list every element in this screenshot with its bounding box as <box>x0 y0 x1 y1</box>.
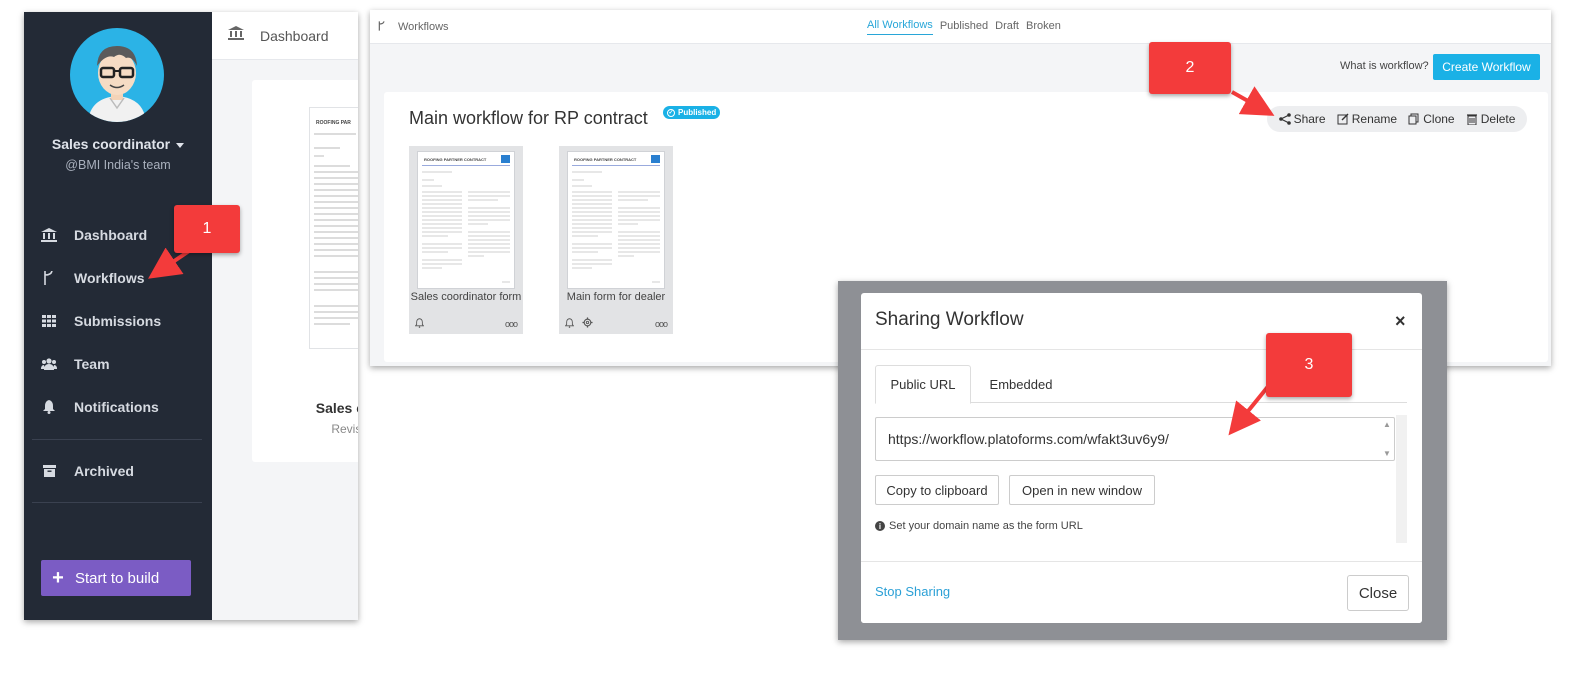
callout-2: 2 <box>1149 42 1231 94</box>
annotation-arrows <box>148 86 1275 436</box>
arrow-3 <box>1228 382 1272 436</box>
arrow-2 <box>1231 86 1275 116</box>
callout-3: 3 <box>1266 333 1352 397</box>
callout-1: 1 <box>174 205 240 253</box>
